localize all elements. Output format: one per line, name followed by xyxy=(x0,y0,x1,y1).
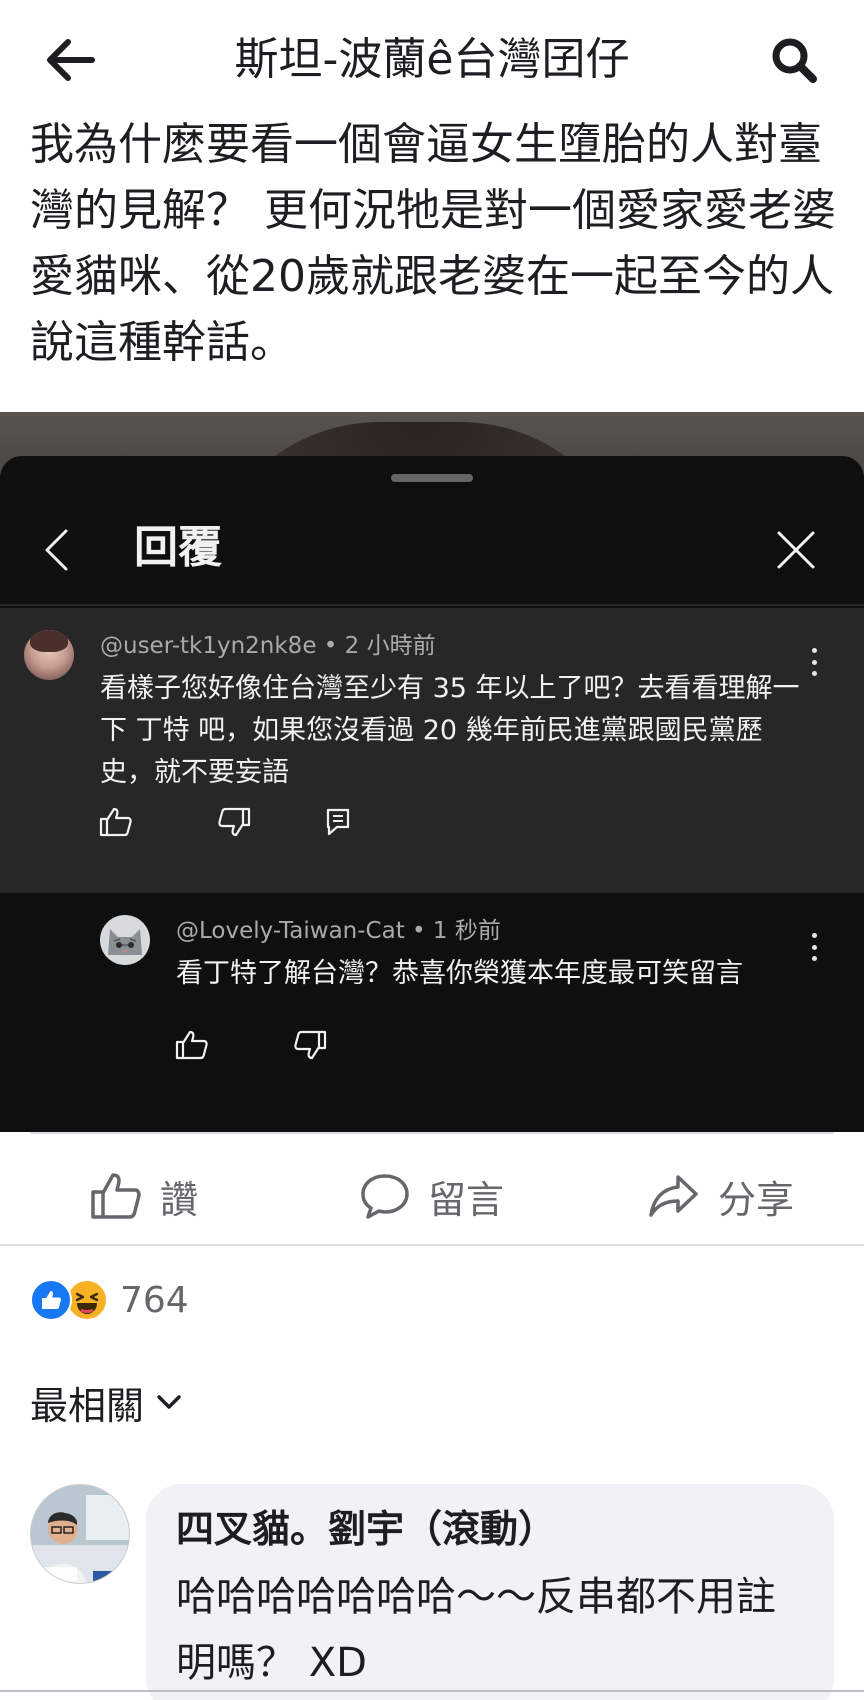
like-label: 讚 xyxy=(160,1177,199,1222)
sheet-header: 回覆 xyxy=(0,496,864,606)
comment-text: 哈哈哈哈哈哈哈～～反串都不用註明嗎？ XD xyxy=(176,1574,776,1686)
thumbs-down-icon xyxy=(218,807,251,837)
sheet-close-button[interactable] xyxy=(766,520,826,580)
page-title: 斯坦-波蘭ê台灣囝仔 xyxy=(234,34,630,85)
thumbs-down-icon xyxy=(294,1030,327,1060)
reply-dislike-button[interactable] xyxy=(292,1027,328,1063)
replies-sheet: 回覆 @user-tk1yn2nk8e • 2 小時前 看樣子您好像住台灣至少有… xyxy=(0,456,864,1132)
like-reaction-icon xyxy=(30,1279,72,1321)
post-text: 我為什麼要看一個會逼女生墮胎的人對臺灣的見解？ 更何況牠是對一個愛家愛老婆愛貓咪… xyxy=(30,119,836,368)
reply-text: 看丁特了解台灣？恭喜你榮獲本年度最可笑留言 xyxy=(176,958,743,989)
arrow-left-icon xyxy=(47,39,95,81)
drag-handle[interactable] xyxy=(391,474,473,482)
sort-label: 最相關 xyxy=(30,1383,145,1428)
post-action-bar: 讚 留言 分享 xyxy=(0,1148,864,1246)
thumbs-up-icon xyxy=(99,807,132,837)
post-image[interactable]: 回覆 @user-tk1yn2nk8e • 2 小時前 看樣子您好像住台灣至少有… xyxy=(0,412,864,1132)
profile-photo-icon xyxy=(31,1485,129,1583)
comment-icon xyxy=(326,808,350,836)
more-dot xyxy=(811,671,817,676)
share-post-button[interactable]: 分享 xyxy=(648,1164,794,1228)
reactions-summary[interactable]: 764 xyxy=(30,1278,189,1322)
search-icon xyxy=(772,38,817,83)
more-dot xyxy=(811,944,817,950)
main-comment: @user-tk1yn2nk8e • 2 小時前 看樣子您好像住台灣至少有 35… xyxy=(0,608,864,893)
comment-sort-dropdown[interactable]: 最相關 xyxy=(30,1372,182,1432)
share-label: 分享 xyxy=(718,1177,795,1222)
search-button[interactable] xyxy=(764,30,824,90)
comment-label: 留言 xyxy=(428,1177,505,1222)
like-button[interactable] xyxy=(98,804,134,840)
avatar[interactable] xyxy=(30,1484,130,1584)
avatar[interactable] xyxy=(24,630,74,680)
app-header: 斯坦-波蘭ê台灣囝仔 xyxy=(0,0,864,120)
sheet-title: 回覆 xyxy=(134,522,222,573)
chevron-down-icon xyxy=(157,1395,181,1409)
reply-button[interactable] xyxy=(320,804,356,840)
comment-post-button[interactable]: 留言 xyxy=(360,1164,504,1228)
comment-text: 看樣子您好像住台灣至少有 35 年以上了吧？去看看理解一下 丁特 吧，如果您沒看… xyxy=(100,673,800,788)
commenter-name[interactable]: 四叉貓。劉宇（滾動） xyxy=(176,1502,556,1556)
more-dot xyxy=(811,933,817,938)
reply-meta: @Lovely-Taiwan-Cat • 1 秒前 xyxy=(176,918,501,944)
dislike-button[interactable] xyxy=(216,804,252,840)
reaction-count: 764 xyxy=(120,1279,189,1321)
sheet-back-button[interactable] xyxy=(36,520,76,580)
like-post-button[interactable]: 讚 xyxy=(90,1164,198,1228)
speech-bubble-icon xyxy=(361,1174,409,1219)
reply-comment: @Lovely-Taiwan-Cat • 1 秒前 看丁特了解台灣？恭喜你榮獲本… xyxy=(0,893,864,1132)
haha-reaction-icon xyxy=(66,1279,108,1321)
share-arrow-icon xyxy=(649,1175,698,1217)
more-dot xyxy=(811,956,817,961)
comment-meta: @user-tk1yn2nk8e • 2 小時前 xyxy=(100,633,436,659)
thumbs-up-icon xyxy=(175,1030,208,1060)
comment-more-button[interactable] xyxy=(804,644,824,680)
bottom-divider xyxy=(0,1690,864,1692)
divider xyxy=(30,1132,834,1134)
more-dot xyxy=(811,648,817,653)
cat-avatar-icon xyxy=(108,929,142,955)
reply-like-button[interactable] xyxy=(174,1027,210,1063)
back-button[interactable] xyxy=(40,30,100,90)
comment-bubble[interactable]: 四叉貓。劉宇（滾動） 哈哈哈哈哈哈哈～～反串都不用註明嗎？ XD xyxy=(146,1484,834,1700)
more-dot xyxy=(811,659,817,665)
chevron-left-icon xyxy=(45,529,68,571)
avatar[interactable] xyxy=(100,915,150,965)
close-icon xyxy=(777,531,815,569)
thumbs-up-icon xyxy=(91,1173,141,1219)
reply-more-button[interactable] xyxy=(804,929,824,965)
